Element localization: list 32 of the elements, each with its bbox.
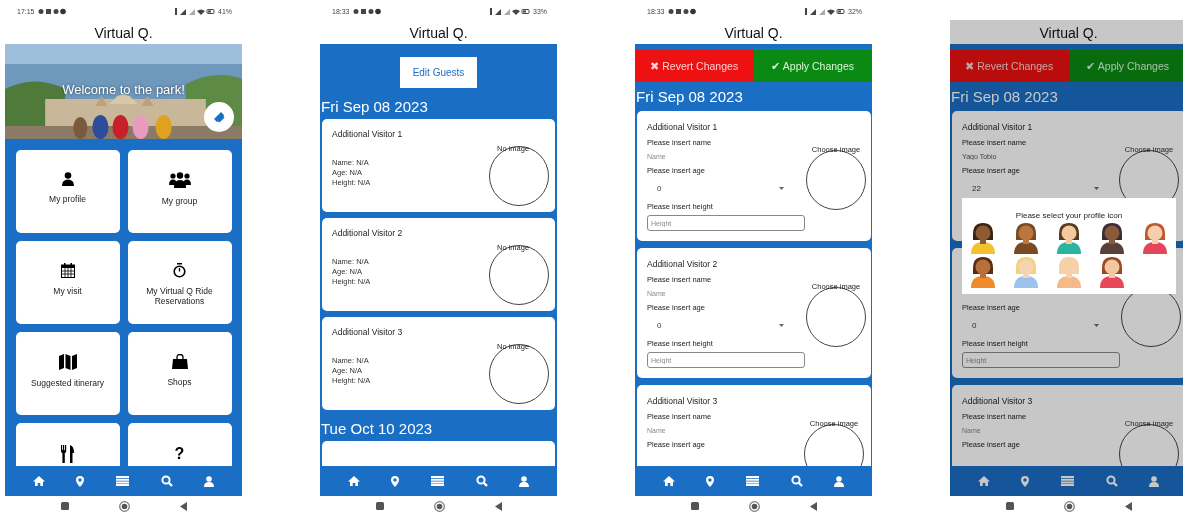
visitor-title: Additional Visitor 1 — [962, 122, 1033, 132]
date-heading: Fri Sep 08 2023 — [320, 97, 429, 117]
menu-tile[interactable]: My group — [127, 150, 232, 233]
visitor-title: Additional Visitor 1 — [332, 129, 404, 139]
app-title: Virtual Q. — [1039, 25, 1098, 41]
age-select[interactable]: 0 — [647, 315, 792, 335]
edit-guests-button[interactable]: Edit Guests — [400, 57, 477, 88]
visitor-title: Additional Visitor 2 — [647, 259, 718, 269]
visitor-title: Additional Visitor 3 — [332, 327, 404, 337]
date-heading: Fri Sep 08 2023 — [950, 87, 1059, 107]
app-title: Virtual Q. — [724, 25, 783, 41]
date-heading: Tue Oct 10 2023 — [320, 419, 434, 439]
apply-changes-button[interactable]: ✔ Apply Changes — [1068, 50, 1183, 82]
menu-tile[interactable]: Suggested itinerary — [15, 332, 120, 415]
visitor-title: Additional Visitor 1 — [647, 122, 718, 132]
app-title: Virtual Q. — [94, 25, 153, 41]
menu-tile[interactable]: ? — [127, 423, 232, 466]
dialog-title: Please select your profile icon — [1015, 211, 1123, 220]
date-heading: Fri Sep 08 2023 — [635, 87, 744, 107]
age-select[interactable]: 0 — [962, 315, 1107, 335]
menu-tile[interactable]: Shops — [127, 332, 232, 415]
menu-tile[interactable]: My visit — [15, 241, 120, 324]
app-title: Virtual Q. — [409, 25, 468, 41]
apply-changes-button[interactable]: ✔ Apply Changes — [753, 50, 872, 82]
age-select[interactable]: 0 — [647, 178, 792, 198]
visitor-title: Additional Visitor 3 — [962, 396, 1033, 406]
welcome-text: Welcome to the park! — [61, 82, 186, 97]
visitor-title: Additional Visitor 2 — [332, 228, 404, 238]
age-select[interactable]: 22 — [962, 178, 1107, 198]
menu-tile[interactable]: My Virtual Q Ride Reservations — [127, 241, 232, 324]
visitor-title: Additional Visitor 3 — [647, 396, 718, 406]
menu-tile[interactable]: My profile — [15, 150, 120, 233]
